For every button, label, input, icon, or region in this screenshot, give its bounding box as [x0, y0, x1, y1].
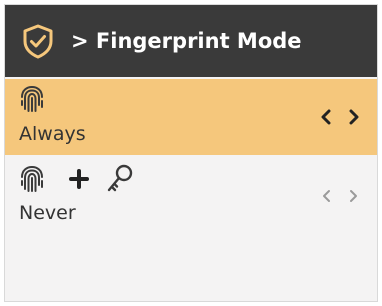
option-row-always[interactable]: Always — [5, 79, 377, 155]
option-label: Always — [19, 123, 86, 145]
chevron-left-icon[interactable] — [319, 188, 333, 204]
chevron-right-icon[interactable] — [347, 109, 361, 125]
shield-check-icon — [23, 24, 53, 59]
page-title: > Fingerprint Mode — [71, 29, 302, 53]
fingerprint-icon — [21, 85, 43, 112]
plus-icon — [69, 169, 89, 189]
option-row-never[interactable]: Never — [5, 155, 377, 235]
option-arrows — [319, 109, 361, 125]
option-arrows — [319, 188, 361, 204]
fingerprint-mode-panel: > Fingerprint Mode Always Never — [4, 4, 378, 302]
key-icon — [107, 164, 133, 192]
chevron-left-icon[interactable] — [319, 109, 333, 125]
chevron-right-icon[interactable] — [347, 188, 361, 204]
header-bar: > Fingerprint Mode — [5, 5, 377, 77]
fingerprint-icon — [21, 165, 43, 192]
option-label: Never — [19, 202, 76, 224]
